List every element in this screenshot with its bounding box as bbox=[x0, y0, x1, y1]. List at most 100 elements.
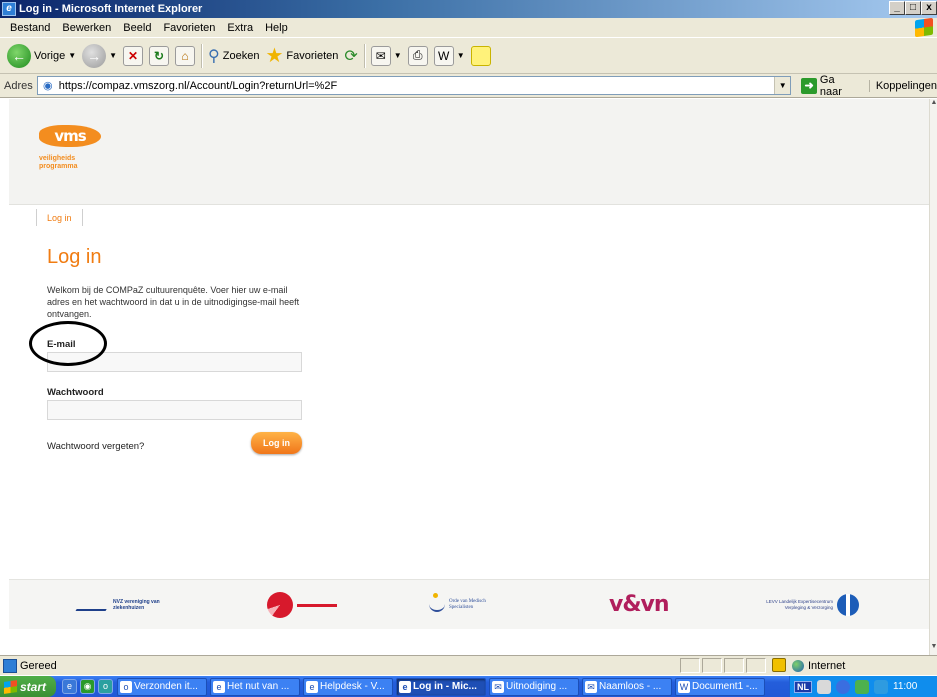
menu-help[interactable]: Help bbox=[259, 22, 294, 34]
security-zone[interactable]: Internet bbox=[792, 658, 845, 673]
menu-bewerken[interactable]: Bewerken bbox=[56, 22, 117, 34]
partner-logo-nvz[interactable]: NVZ vereniging van ziekenhuizen bbox=[75, 590, 161, 620]
nav-login-link[interactable]: Log in bbox=[47, 213, 72, 223]
search-button[interactable]: ⚲ Zoeken bbox=[205, 42, 262, 70]
task-login[interactable]: e Log in - Mic... bbox=[396, 677, 486, 696]
app-tray-icon[interactable] bbox=[874, 679, 888, 694]
task-helpdesk[interactable]: e Helpdesk - V... bbox=[303, 677, 393, 696]
edit-dropdown-icon[interactable]: ▼ bbox=[457, 51, 465, 60]
mail-icon: ✉ bbox=[492, 680, 504, 693]
task-document1[interactable]: W Document1 -... bbox=[675, 677, 765, 696]
task-label: Verzonden it... bbox=[134, 681, 198, 692]
minimize-button[interactable]: _ bbox=[889, 1, 905, 15]
go-button[interactable]: ➜ Ga naar bbox=[801, 74, 859, 98]
edit-button[interactable]: W ▼ bbox=[431, 42, 468, 70]
note-icon bbox=[470, 45, 491, 66]
language-indicator[interactable]: NL bbox=[794, 680, 812, 693]
mail-icon: ✉ bbox=[585, 680, 597, 693]
quick-launch: e ◉ o bbox=[62, 679, 113, 694]
printer-tray-icon[interactable] bbox=[817, 679, 831, 694]
partner-logo-ords[interactable]: Orde van Medisch Specialisten bbox=[429, 590, 497, 620]
task-label: Helpdesk - V... bbox=[320, 681, 385, 692]
password-label: Wachtwoord bbox=[47, 387, 104, 398]
vms-logo[interactable]: vms veiligheids programma bbox=[39, 125, 109, 185]
levv-text: LEVV Landelijk Expertisecentrum Verplegi… bbox=[766, 599, 833, 610]
address-input[interactable]: ◉ https://compaz.vmszorg.nl/Account/Logi… bbox=[36, 76, 792, 95]
star-icon: ★ bbox=[265, 45, 284, 67]
toolbar-separator bbox=[363, 43, 365, 68]
lock-icon[interactable] bbox=[772, 658, 786, 672]
site-header: vms veiligheids programma bbox=[9, 99, 929, 205]
home-icon: ⌂ bbox=[175, 45, 196, 66]
ords-mark-icon bbox=[429, 593, 445, 612]
browser-viewport: vms veiligheids programma Log in Log in … bbox=[0, 99, 937, 655]
scroll-down-icon[interactable]: ▼ bbox=[930, 643, 937, 655]
back-dropdown-icon[interactable]: ▼ bbox=[68, 51, 76, 60]
intro-text: Welkom bij de COMPaZ cultuurenquête. Voe… bbox=[47, 285, 300, 319]
window-controls: _ □ x bbox=[889, 1, 937, 15]
menu-beeld[interactable]: Beeld bbox=[117, 22, 157, 34]
menu-favorieten[interactable]: Favorieten bbox=[157, 22, 221, 34]
links-button[interactable]: Koppelingen bbox=[868, 79, 937, 92]
login-button[interactable]: Log in bbox=[251, 432, 302, 454]
partner-logo-levv[interactable]: LEVV Landelijk Expertisecentrum Verplegi… bbox=[761, 590, 859, 620]
task-het-nut[interactable]: e Het nut van ... bbox=[210, 677, 300, 696]
mail-dropdown-icon[interactable]: ▼ bbox=[394, 51, 402, 60]
menu-extra[interactable]: Extra bbox=[221, 22, 259, 34]
address-label: Adres bbox=[4, 79, 33, 92]
favorites-button[interactable]: ★ Favorieten bbox=[262, 42, 341, 70]
go-label: Ga naar bbox=[819, 73, 842, 98]
security-tray-icon[interactable] bbox=[855, 679, 869, 694]
back-label: Vorige bbox=[34, 49, 66, 62]
printer-icon: ⎙ bbox=[407, 45, 428, 66]
print-button[interactable]: ⎙ bbox=[405, 42, 431, 70]
task-naamloos[interactable]: ✉ Naamloos - ... bbox=[582, 677, 672, 696]
mail-icon: ✉ bbox=[370, 45, 391, 66]
partner-logo-nfu[interactable] bbox=[267, 590, 337, 620]
ie-icon: e bbox=[2, 2, 16, 16]
annotation-circle bbox=[29, 321, 107, 366]
toolbar-separator bbox=[201, 43, 203, 68]
menu-bestand[interactable]: Bestand bbox=[4, 22, 56, 34]
stop-icon: ✕ bbox=[123, 45, 144, 66]
partner-logo-vvn[interactable]: v&vn bbox=[609, 590, 670, 620]
desktop-quicklaunch-icon[interactable]: ◉ bbox=[80, 679, 95, 694]
ie-icon: e bbox=[306, 680, 318, 693]
vertical-scrollbar[interactable]: ▲ ▼ bbox=[929, 99, 937, 655]
ie-quicklaunch-icon[interactable]: e bbox=[62, 679, 77, 694]
system-tray: NL 11:00 bbox=[789, 676, 937, 697]
task-label: Log in - Mic... bbox=[413, 681, 477, 692]
task-label: Het nut van ... bbox=[227, 681, 290, 692]
forward-button[interactable]: → ▼ bbox=[79, 42, 120, 70]
start-button[interactable]: start bbox=[0, 676, 56, 697]
outlook-quicklaunch-icon[interactable]: o bbox=[98, 679, 113, 694]
network-tray-icon[interactable] bbox=[836, 679, 850, 694]
maximize-button[interactable]: □ bbox=[905, 1, 921, 15]
password-field[interactable] bbox=[47, 400, 302, 420]
back-button[interactable]: ← Vorige ▼ bbox=[4, 42, 79, 70]
page-status-icon bbox=[3, 658, 17, 673]
scroll-up-icon[interactable]: ▲ bbox=[930, 99, 937, 111]
address-dropdown-icon[interactable]: ▼ bbox=[774, 77, 791, 94]
close-button[interactable]: x bbox=[921, 1, 937, 15]
status-pane bbox=[680, 658, 700, 673]
task-verzonden[interactable]: o Verzonden it... bbox=[117, 677, 207, 696]
status-bar: Gereed Internet bbox=[0, 655, 937, 675]
notes-button[interactable] bbox=[468, 42, 494, 70]
clock[interactable]: 11:00 bbox=[893, 681, 917, 692]
home-button[interactable]: ⌂ bbox=[172, 42, 198, 70]
forward-dropdown-icon[interactable]: ▼ bbox=[109, 51, 117, 60]
mail-button[interactable]: ✉ ▼ bbox=[368, 42, 405, 70]
forgot-password-link[interactable]: Wachtwoord vergeten? bbox=[47, 441, 144, 452]
address-bar: Adres ◉ https://compaz.vmszorg.nl/Accoun… bbox=[0, 74, 937, 98]
history-button[interactable]: ⟳ bbox=[341, 42, 360, 70]
history-icon: ⟳ bbox=[344, 47, 358, 65]
windows-flag-icon bbox=[4, 679, 17, 694]
ie-icon: e bbox=[399, 680, 411, 693]
refresh-button[interactable]: ↻ bbox=[146, 42, 172, 70]
task-uitnodiging[interactable]: ✉ Uitnodiging ... bbox=[489, 677, 579, 696]
web-page: vms veiligheids programma Log in Log in … bbox=[9, 99, 929, 655]
stop-button[interactable]: ✕ bbox=[120, 42, 146, 70]
window-titlebar[interactable]: e Log in - Microsoft Internet Explorer _… bbox=[0, 0, 937, 18]
task-label: Document1 -... bbox=[692, 681, 758, 692]
